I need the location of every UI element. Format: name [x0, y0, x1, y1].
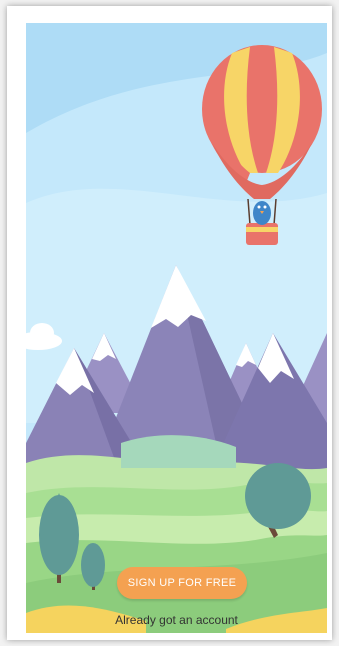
onboarding-screen: SIGN UP FOR FREE Already got an account: [26, 23, 327, 633]
login-link[interactable]: Already got an account: [26, 613, 327, 627]
landscape-illustration: [26, 23, 327, 633]
bird-passenger-icon: [253, 201, 271, 225]
phone-frame: SIGN UP FOR FREE Already got an account: [7, 6, 332, 640]
sign-up-button[interactable]: SIGN UP FOR FREE: [117, 567, 247, 599]
